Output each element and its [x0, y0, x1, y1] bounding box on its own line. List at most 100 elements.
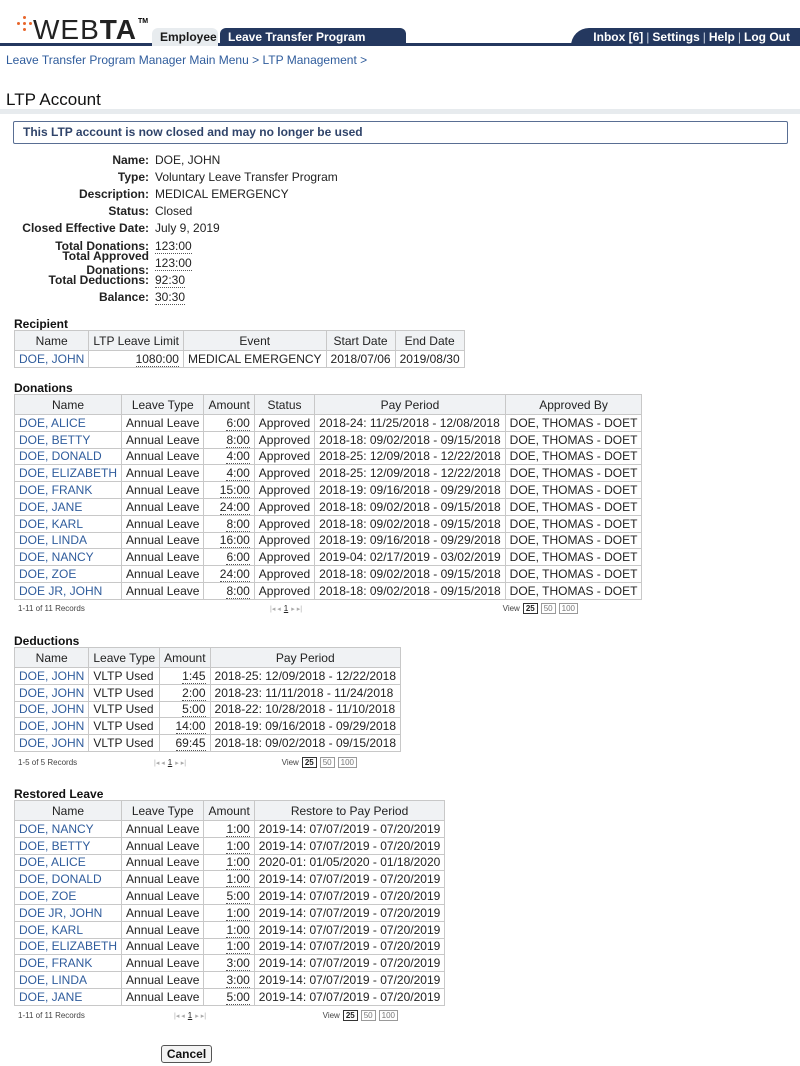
column-header[interactable]: Leave Type: [121, 394, 205, 415]
column-header[interactable]: Amount: [203, 800, 255, 821]
table-row: DOE, JOHN VLTP Used 2:00 2018-23: 11/11/201…: [13, 683, 402, 702]
page-size-option-25[interactable]: 25: [522, 602, 538, 614]
table-row: DOE, ZOE Annual Leave 5:00 2019-14: 07/07/2…: [13, 887, 446, 905]
table-row: DOE, JANE Annual Leave 24:00 Approved 2018-1…: [13, 497, 643, 516]
page-size-option-100[interactable]: 100: [337, 756, 357, 768]
column-header[interactable]: Name: [13, 800, 123, 821]
hours-value: 2:00: [182, 685, 206, 701]
table-cell: DOE, THOMAS - DOET: [504, 581, 643, 600]
column-header[interactable]: Pay Period: [209, 647, 402, 668]
column-header[interactable]: Event: [182, 330, 327, 351]
employee-name-link[interactable]: DOE, BETTY: [19, 839, 90, 853]
hours-value: 16:00: [219, 533, 250, 549]
employee-name-link[interactable]: DOE, DONALD: [19, 449, 102, 463]
page-size-option-100[interactable]: 100: [378, 1009, 398, 1021]
employee-name-link[interactable]: DOE, JOHN: [19, 719, 84, 733]
column-header[interactable]: Name: [13, 647, 90, 668]
pagination-nav: |◂ ◂ 1 ▸ ▸|: [174, 1011, 206, 1020]
employee-name-link[interactable]: DOE, ZOE: [19, 567, 76, 581]
employee-name-link[interactable]: DOE, JOHN: [19, 352, 84, 366]
employee-name-link[interactable]: DOE, NANCY: [19, 550, 94, 564]
page-number[interactable]: 1: [281, 604, 291, 613]
tab-employee[interactable]: Employee: [152, 28, 218, 46]
employee-name-link[interactable]: DOE, ZOE: [19, 889, 76, 903]
table-cell: 1:00: [203, 937, 255, 956]
page-number[interactable]: 1: [185, 1011, 195, 1020]
cancel-button[interactable]: Cancel: [161, 1045, 212, 1063]
employee-name-link[interactable]: DOE, LINDA: [19, 973, 87, 987]
column-header[interactable]: Restore to Pay Period: [253, 800, 446, 821]
employee-name-link[interactable]: DOE, DONALD: [19, 872, 102, 886]
table-cell: 2018-23: 11/11/2018 - 11/24/2018: [209, 683, 402, 702]
page-size-option-100[interactable]: 100: [558, 602, 578, 614]
settings-link[interactable]: Settings: [652, 30, 699, 44]
employee-name-link[interactable]: DOE JR, JOHN: [19, 584, 102, 598]
employee-name-link[interactable]: DOE, ELIZABETH: [19, 939, 117, 953]
employee-name-link[interactable]: DOE, FRANK: [19, 956, 92, 970]
page-size-option-25[interactable]: 25: [342, 1009, 358, 1021]
summary-label: Status:: [108, 204, 149, 219]
employee-name-link[interactable]: DOE, ELIZABETH: [19, 466, 117, 480]
employee-name-link[interactable]: DOE, KARL: [19, 923, 83, 937]
column-header[interactable]: Approved By: [504, 394, 643, 415]
employee-name-link[interactable]: DOE, JOHN: [19, 669, 84, 683]
column-header[interactable]: Name: [13, 330, 90, 351]
employee-name-link[interactable]: DOE JR, JOHN: [19, 906, 102, 920]
table-cell: 4:00: [203, 464, 255, 483]
employee-name-link[interactable]: DOE, ALICE: [19, 416, 86, 430]
column-header[interactable]: Amount: [159, 647, 211, 668]
breadcrumb-main-menu[interactable]: Leave Transfer Program Manager Main Menu: [6, 53, 249, 67]
breadcrumb-ltp-management[interactable]: LTP Management: [263, 53, 357, 67]
column-header[interactable]: Status: [253, 394, 316, 415]
column-header[interactable]: Amount: [203, 394, 255, 415]
employee-name-link[interactable]: DOE, ALICE: [19, 855, 86, 869]
logout-link[interactable]: Log Out: [744, 30, 790, 44]
hours-value: 8:00: [226, 583, 250, 599]
page-size-option-50[interactable]: 50: [360, 1009, 376, 1021]
summary-row: Type: Voluntary Leave Transfer Program: [0, 168, 338, 185]
column-header[interactable]: Leave Type: [88, 647, 161, 668]
column-header[interactable]: End Date: [394, 330, 465, 351]
tab-leave-transfer-program-manager[interactable]: Leave Transfer Program Manager: [220, 28, 406, 62]
employee-name-link[interactable]: DOE, KARL: [19, 517, 83, 531]
employee-name-link[interactable]: DOE, JOHN: [19, 736, 84, 750]
table-row: DOE, DONALD Annual Leave 4:00 Approved 2018-…: [13, 447, 643, 466]
column-header[interactable]: Name: [13, 394, 123, 415]
table-row: DOE JR, JOHN Annual Leave 1:00 2019-14: 07/…: [13, 903, 446, 922]
employee-name-link[interactable]: DOE, LINDA: [19, 533, 87, 547]
summary-row: Closed Effective Date: July 9, 2019: [0, 220, 338, 237]
table-cell: 8:00: [203, 514, 255, 533]
column-header[interactable]: Leave Type: [121, 800, 205, 821]
page-size-option-50[interactable]: 50: [319, 756, 335, 768]
summary-value-text: Voluntary Leave Transfer Program: [155, 169, 338, 184]
employee-name-link[interactable]: DOE, JOHN: [19, 686, 84, 700]
table-row: DOE, JOHN VLTP Used 1:45 2018-25: 12/09/201…: [13, 667, 402, 685]
column-header[interactable]: Start Date: [325, 330, 396, 351]
page-number[interactable]: 1: [165, 758, 175, 767]
table-cell: 2:00: [159, 683, 211, 702]
employee-name-link[interactable]: DOE, JANE: [19, 990, 82, 1004]
deductions-section-title: Deductions: [14, 634, 80, 648]
employee-name-link[interactable]: DOE, NANCY: [19, 822, 94, 836]
page-size-option-25[interactable]: 25: [301, 756, 317, 768]
employee-name-link[interactable]: DOE, JOHN: [19, 702, 84, 716]
inbox-link[interactable]: Inbox [6]: [593, 30, 643, 44]
employee-name-link[interactable]: DOE, JANE: [19, 500, 82, 514]
hours-value: 1:00: [226, 922, 250, 938]
help-link[interactable]: Help: [709, 30, 735, 44]
table-cell: 2019-14: 07/07/2019 - 07/20/2019: [253, 820, 446, 838]
last-page-icon[interactable]: ▸|: [297, 606, 302, 613]
table-cell: 24:00: [203, 497, 255, 516]
column-header[interactable]: Pay Period: [314, 394, 506, 415]
view-label: View: [322, 1010, 340, 1020]
page-size-option-50[interactable]: 50: [540, 602, 556, 614]
table-cell: Annual Leave: [121, 447, 205, 466]
column-header[interactable]: LTP Leave Limit: [88, 330, 184, 351]
employee-name-link[interactable]: DOE, FRANK: [19, 483, 92, 497]
employee-name-link[interactable]: DOE, BETTY: [19, 433, 90, 447]
summary-label: Closed Effective Date:: [22, 221, 149, 236]
pagination-nav: |◂ ◂ 1 ▸ ▸|: [270, 604, 302, 613]
last-page-icon[interactable]: ▸|: [201, 1013, 206, 1020]
last-page-icon[interactable]: ▸|: [181, 760, 186, 767]
table-cell: DOE JR, JOHN: [13, 903, 123, 922]
